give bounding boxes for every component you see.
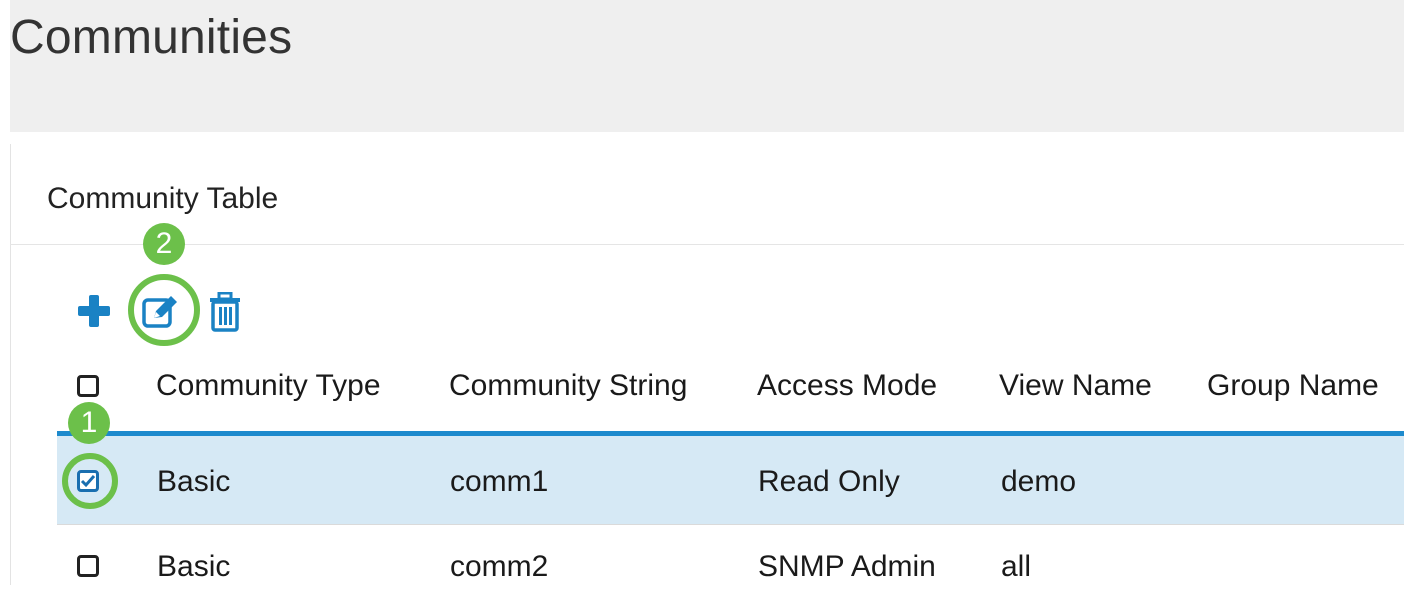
step-2-badge: 2	[143, 223, 185, 265]
row-checkbox[interactable]	[77, 555, 99, 577]
column-community-string[interactable]: Community String	[449, 369, 687, 403]
step-1-badge: 1	[68, 402, 110, 444]
section-title: Community Table	[47, 182, 279, 215]
cell-community-string: comm1	[450, 465, 549, 498]
delete-button[interactable]	[206, 291, 244, 333]
cell-community-type: Basic	[157, 550, 231, 583]
cell-community-type: Basic	[157, 465, 231, 498]
add-button[interactable]	[76, 293, 112, 329]
column-view-name[interactable]: View Name	[999, 369, 1152, 403]
table-row[interactable]	[57, 525, 1404, 613]
cell-community-string: comm2	[450, 550, 549, 583]
table-row[interactable]	[57, 436, 1404, 524]
cell-access-mode: Read Only	[758, 465, 900, 498]
column-access-mode[interactable]: Access Mode	[757, 369, 937, 403]
edit-highlight-circle	[128, 274, 200, 346]
plus-icon	[78, 295, 110, 327]
section-divider	[10, 244, 1404, 245]
column-community-type[interactable]: Community Type	[156, 369, 381, 403]
header-gap	[10, 132, 1404, 144]
trash-icon	[210, 292, 240, 332]
page-title: Communities	[10, 11, 293, 64]
select-all-checkbox[interactable]	[77, 375, 99, 397]
checkbox-highlight-circle	[62, 453, 118, 509]
cell-access-mode: SNMP Admin	[758, 550, 936, 583]
column-group-name[interactable]: Group Name	[1207, 369, 1379, 403]
cell-view-name: all	[1001, 550, 1032, 583]
cell-view-name: demo	[1001, 465, 1077, 498]
